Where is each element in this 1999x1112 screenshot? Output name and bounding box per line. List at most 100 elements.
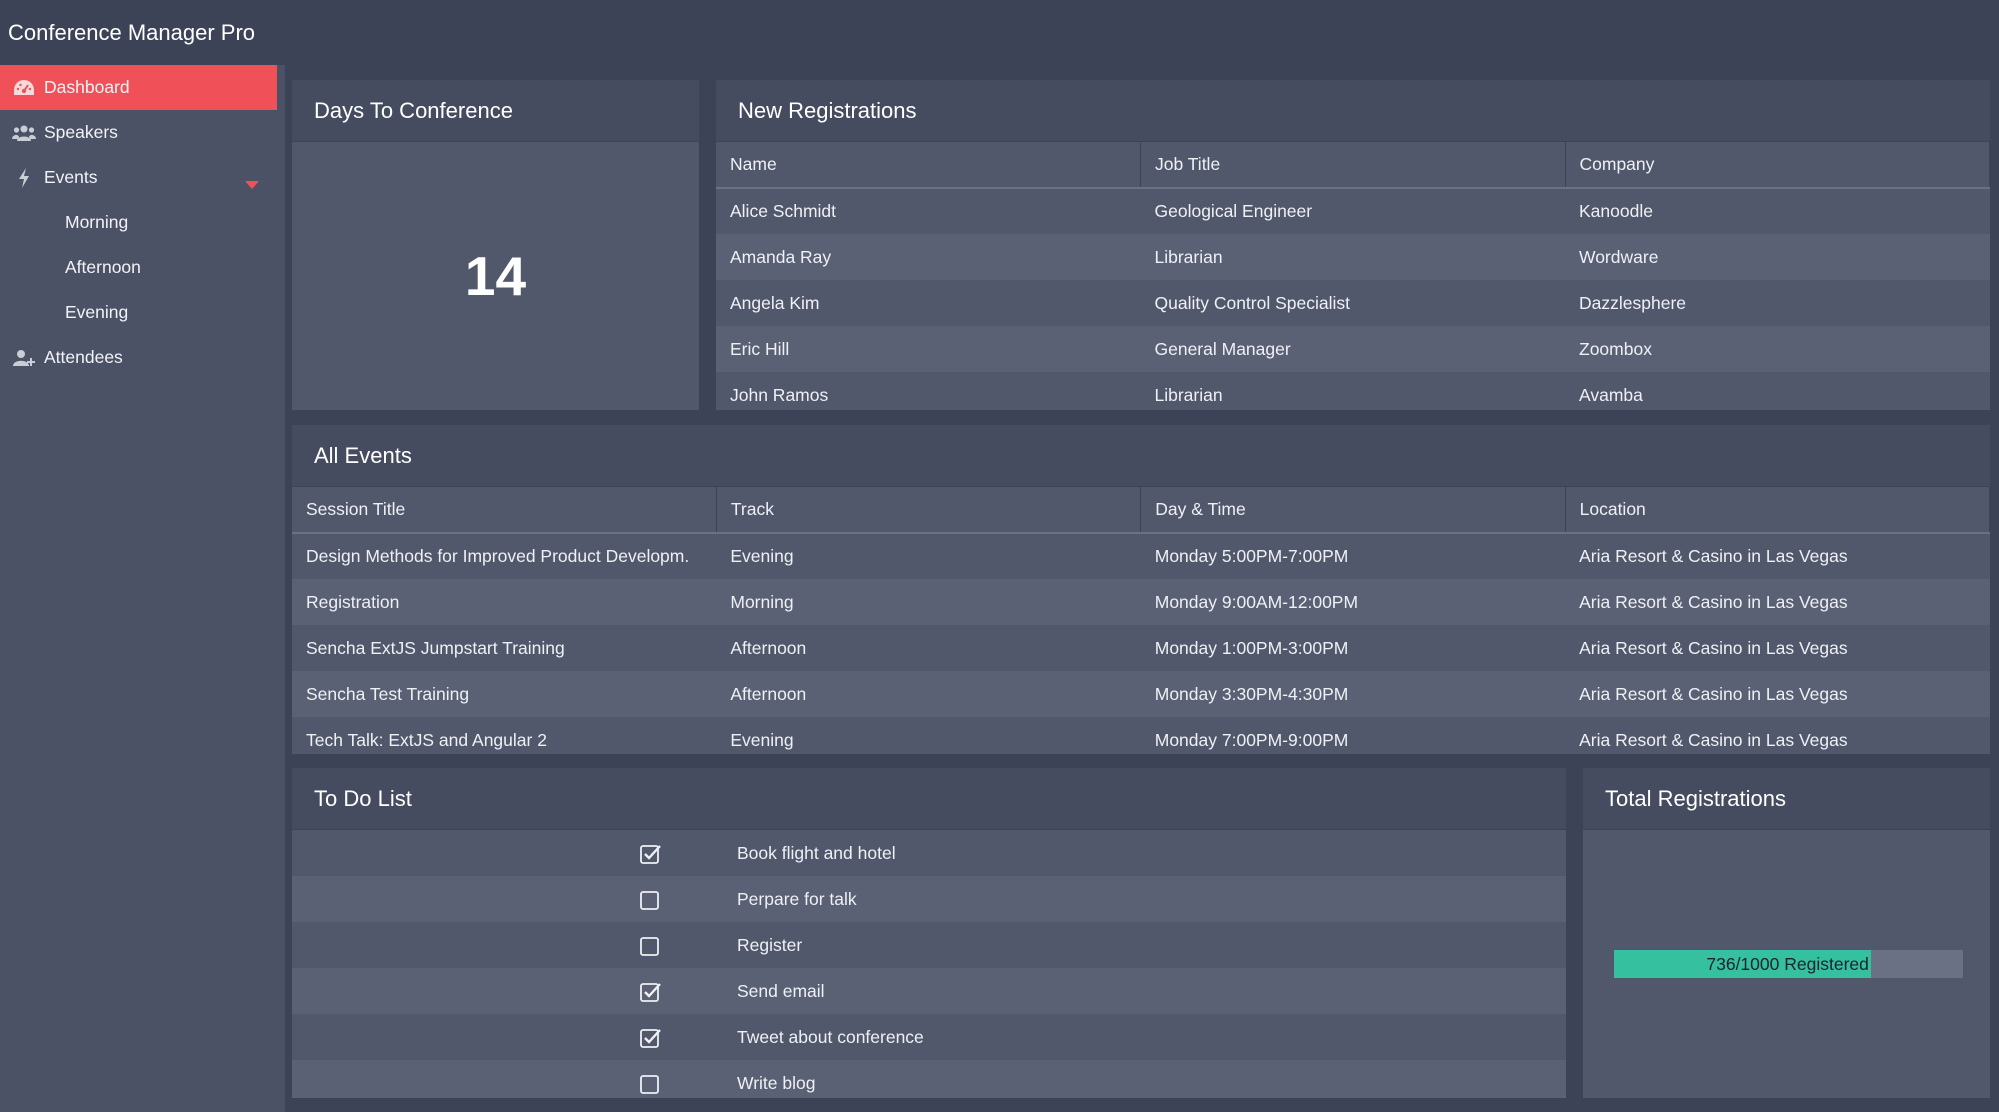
column-header-location[interactable]: Location	[1565, 487, 1990, 534]
todo-list: Book flight and hotel Perpare for talk R…	[292, 829, 1566, 1098]
todo-label: Register	[737, 934, 803, 955]
cell-job-title: Librarian	[1140, 234, 1565, 280]
todo-label: Send email	[737, 980, 825, 1001]
progress-label: 736/1000 Registered	[1706, 953, 1869, 974]
sidebar-item-dashboard[interactable]: Dashboard	[0, 65, 277, 110]
bolt-icon	[12, 167, 36, 188]
cell-job-title: Quality Control Specialist	[1154, 292, 1351, 313]
sidebar-item-label: Morning	[65, 212, 129, 232]
cell-company: Avamba	[1579, 384, 1643, 405]
cell-company: Kanoodle	[1579, 201, 1653, 221]
cell-name: Alice Schmidt	[730, 201, 837, 221]
checkbox-unchecked-icon[interactable]	[640, 1073, 660, 1094]
cell-session-title: Sencha ExtJS Jumpstart Training	[306, 637, 565, 658]
table-row[interactable]: Sencha ExtJS Jumpstart Training Afternoo…	[292, 625, 1990, 671]
table-row[interactable]: Tech Talk: ExtJS and Angular 2 Evening M…	[292, 717, 1990, 754]
column-header-name[interactable]: Name	[716, 142, 1141, 189]
cell-company: Dazzlesphere	[1579, 292, 1686, 313]
days-count: 14	[464, 245, 527, 307]
todo-label: Book flight and hotel	[737, 842, 896, 863]
app-title: Conference Manager Pro	[0, 0, 1999, 65]
cell-day-time: Monday 9:00AM-12:00PM	[1140, 579, 1566, 625]
table-row[interactable]: John Ramos Librarian Avamba	[716, 372, 1990, 410]
todo-item[interactable]: Write blog	[292, 1060, 1566, 1098]
panel-title: Total Registrations	[1583, 768, 1990, 829]
cell-company: Zoombox	[1565, 326, 1990, 372]
todo-item[interactable]: Perpare for talk	[292, 876, 1566, 922]
cell-day-time: Monday 3:30PM-4:30PM	[1140, 671, 1566, 717]
todo-item[interactable]: Tweet about conference	[292, 1014, 1566, 1060]
cell-name: Amanda Ray	[716, 234, 1141, 280]
table-row[interactable]: Angela Kim Quality Control Specialist Da…	[716, 280, 1990, 326]
checkbox-checked-icon[interactable]	[640, 981, 661, 1002]
cell-day-time: Monday 7:00PM-9:00PM	[1154, 729, 1349, 750]
total-registrations-panel: Total Registrations 736/1000 Registered	[1582, 767, 1991, 1099]
table-row[interactable]: Alice Schmidt Geological Engineer Kanood…	[716, 188, 1990, 234]
panel-title: Days To Conference	[292, 80, 699, 141]
panel-title: To Do List	[292, 768, 1566, 829]
chevron-down-icon[interactable]	[245, 173, 259, 194]
cell-day-time: Monday 5:00PM-7:00PM	[1154, 546, 1349, 566]
cell-name: Eric Hill	[716, 326, 1141, 372]
registrations-table: Name Job Title Company Alice Schmidt Geo…	[716, 142, 1990, 410]
registration-progress-bar: 736/1000 Registered	[1614, 950, 1963, 978]
cell-location: Aria Resort & Casino in Las Vegas	[1565, 579, 1990, 625]
sidebar-item-label: Speakers	[44, 122, 118, 142]
column-header-session-title[interactable]: Session Title	[292, 487, 717, 534]
cell-session-title: Design Methods for Improved Product Deve…	[306, 546, 690, 566]
column-header-day-time[interactable]: Day & Time	[1140, 487, 1566, 534]
all-events-panel: All Events Session Title Track Day & Tim…	[291, 424, 1991, 755]
cell-track: Evening	[730, 546, 794, 566]
sidebar-item-label: Dashboard	[44, 77, 130, 97]
sidebar-item-evening[interactable]: Evening	[0, 290, 277, 335]
column-header-company[interactable]: Company	[1565, 142, 1990, 189]
sidebar-item-speakers[interactable]: Speakers	[0, 110, 277, 155]
user-plus-icon	[12, 348, 36, 368]
cell-location: Aria Resort & Casino in Las Vegas	[1579, 729, 1848, 750]
sidebar-item-label: Events	[44, 167, 98, 187]
checkbox-checked-icon[interactable]	[640, 1027, 661, 1048]
sidebar-item-attendees[interactable]: Attendees	[0, 335, 277, 380]
cell-day-time: Monday 1:00PM-3:00PM	[1154, 637, 1349, 658]
days-to-conference-panel: Days To Conference 14	[291, 79, 700, 411]
sidebar-item-afternoon[interactable]: Afternoon	[0, 245, 277, 290]
table-row[interactable]: Sencha Test Training Afternoon Monday 3:…	[292, 671, 1990, 717]
panel-title: All Events	[292, 425, 1990, 486]
cell-job-title: General Manager	[1140, 326, 1565, 372]
todo-item[interactable]: Send email	[292, 968, 1566, 1014]
cell-location: Aria Resort & Casino in Las Vegas	[1579, 546, 1848, 566]
sidebar: Dashboard Speakers Events Morning Aftern…	[0, 65, 285, 1112]
table-row[interactable]: Amanda Ray Librarian Wordware	[716, 234, 1990, 280]
sidebar-item-events[interactable]: Events	[0, 155, 277, 200]
checkbox-checked-icon[interactable]	[640, 843, 661, 864]
todo-item[interactable]: Book flight and hotel	[292, 830, 1566, 876]
table-row[interactable]: Design Methods for Improved Product Deve…	[292, 533, 1990, 579]
sidebar-item-label: Attendees	[44, 347, 123, 367]
todo-item[interactable]: Register	[292, 922, 1566, 968]
todo-label: Perpare for talk	[737, 888, 857, 909]
cell-session-title: Tech Talk: ExtJS and Angular 2	[306, 729, 547, 750]
panel-title: New Registrations	[716, 80, 1990, 141]
sidebar-item-label: Afternoon	[65, 257, 141, 277]
sidebar-item-morning[interactable]: Morning	[0, 200, 277, 245]
column-header-job-title[interactable]: Job Title	[1140, 142, 1566, 189]
table-row[interactable]: Eric Hill General Manager Zoombox	[716, 326, 1990, 372]
todo-label: Write blog	[737, 1072, 816, 1093]
column-header-track[interactable]: Track	[716, 487, 1142, 534]
dashboard-icon	[12, 78, 36, 98]
new-registrations-panel: New Registrations Name Job Title Company…	[715, 79, 1991, 411]
checkbox-unchecked-icon[interactable]	[640, 889, 660, 910]
todo-label: Tweet about conference	[737, 1026, 924, 1047]
cell-track: Evening	[730, 729, 794, 750]
checkbox-unchecked-icon[interactable]	[640, 935, 660, 956]
table-row[interactable]: Registration Morning Monday 9:00AM-12:00…	[292, 579, 1990, 625]
cell-job-title: Geological Engineer	[1154, 201, 1313, 221]
cell-session-title: Registration	[292, 579, 717, 625]
cell-job-title: Librarian	[1154, 384, 1223, 405]
cell-track: Morning	[716, 579, 1141, 625]
users-icon	[12, 123, 36, 143]
cell-company: Wordware	[1565, 234, 1990, 280]
cell-name: John Ramos	[730, 384, 829, 405]
cell-track: Afternoon	[716, 671, 1141, 717]
cell-name: Angela Kim	[730, 292, 820, 313]
